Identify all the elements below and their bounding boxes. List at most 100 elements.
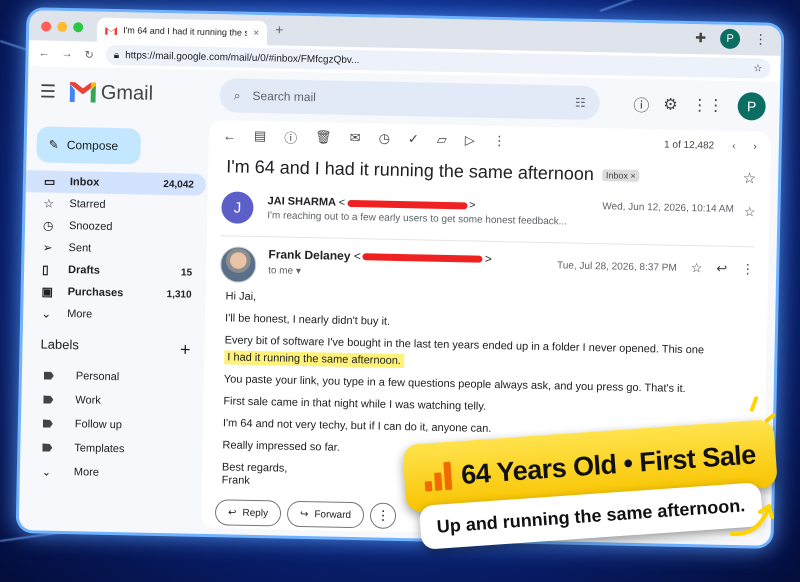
compose-button[interactable]: ✎ Compose: [36, 126, 142, 165]
main-menu-icon[interactable]: ☰: [40, 81, 70, 103]
chevron-down-icon: ⌄: [41, 306, 52, 321]
sidebar-item-label: Drafts: [67, 264, 101, 277]
sidebar-item-label: Starred: [69, 198, 106, 211]
send-icon: ➢: [42, 240, 53, 255]
extensions-icon[interactable]: ✚: [695, 30, 706, 46]
browser-menu-icon[interactable]: ⋮: [754, 31, 767, 47]
apps-grid-icon[interactable]: ⋮⋮: [691, 95, 723, 116]
back-arrow-icon[interactable]: ←: [223, 128, 236, 143]
snooze-icon[interactable]: ◷: [378, 131, 391, 147]
sender-line: Frank Delaney < >: [268, 247, 492, 266]
archive-icon[interactable]: ▤: [254, 128, 267, 144]
caret-down-icon: ▾: [295, 265, 302, 277]
maximize-window-button[interactable]: [73, 22, 84, 33]
sidebar-item-count: 15: [180, 266, 193, 279]
bracket: >: [468, 199, 476, 212]
body-paragraph: You paste your link, you type in a few q…: [223, 373, 686, 396]
browser-tab[interactable]: I'm 64 and I had it running the s ×: [96, 17, 268, 46]
labels-more[interactable]: ⌄ More: [20, 459, 200, 487]
minimize-window-button[interactable]: [57, 21, 68, 32]
pager-text: 1 of 12,482: [664, 139, 715, 152]
bar-chart-icon: [423, 461, 453, 492]
forward-icon[interactable]: →: [61, 48, 72, 60]
banner-headline: 64 Years Old • First Sale: [460, 438, 757, 490]
sender-name: Frank Delaney: [268, 247, 351, 263]
sidebar-item-count: 24,042: [163, 178, 195, 191]
compose-label: Compose: [66, 137, 119, 154]
delete-icon[interactable]: 🗑︎: [315, 129, 332, 145]
more-options-icon[interactable]: ⋮: [741, 261, 754, 277]
message-date: Tue, Jul 28, 2026, 8:37 PM: [556, 259, 677, 274]
inbox-icon: ▭: [43, 174, 56, 189]
label-tag-icon: [43, 396, 53, 404]
sidebar: ✎ Compose ▭ Inbox 24,042 ☆ Starred ◷ Sno…: [19, 116, 208, 534]
star-thread-icon[interactable]: ☆: [743, 169, 757, 187]
body-paragraph: First sale came in that night while I wa…: [223, 395, 487, 413]
gmail-logo[interactable]: Gmail: [69, 81, 220, 107]
curved-arrow-icon: [730, 504, 774, 537]
newer-chevron-icon[interactable]: ‹: [732, 140, 736, 151]
sidebar-item-count: 1,310: [166, 288, 192, 301]
pencil-icon: ✎: [48, 137, 59, 152]
more-actions-button[interactable]: ⋮: [369, 502, 397, 529]
browser-profile-avatar[interactable]: P: [719, 28, 741, 50]
search-options-icon[interactable]: ☷: [575, 96, 586, 110]
label-name: Personal: [75, 370, 120, 384]
redacted-email: [362, 253, 483, 264]
forward-label: Forward: [314, 508, 352, 521]
add-label-icon[interactable]: +: [180, 339, 191, 360]
clock-icon: ◷: [42, 218, 54, 233]
mark-unread-icon[interactable]: ✉: [350, 130, 361, 146]
new-tab-button[interactable]: +: [275, 21, 284, 37]
close-window-button[interactable]: [41, 21, 52, 32]
settings-gear-icon[interactable]: ⚙: [663, 94, 678, 114]
sidebar-item-label: Inbox: [69, 176, 100, 189]
message-meta: Tue, Jul 28, 2026, 8:37 PM ☆ ↩ ⋮: [557, 257, 755, 277]
label-name: More: [73, 466, 100, 479]
add-task-icon[interactable]: ✓: [408, 131, 419, 147]
search-bar[interactable]: ⌕ Search mail ☷: [219, 78, 601, 121]
email-subject: I'm 64 and I had it running the same aft…: [226, 156, 595, 185]
move-to-icon[interactable]: ▱: [437, 132, 447, 148]
window-controls: [41, 21, 84, 33]
reply-icon[interactable]: ↩: [716, 261, 727, 277]
label-name: Templates: [74, 442, 125, 456]
redacted-email: [347, 199, 468, 209]
reply-button[interactable]: ↩ Reply: [214, 499, 282, 527]
report-spam-icon[interactable]: ⓘ: [284, 127, 297, 146]
recipient-line[interactable]: to me ▾: [268, 265, 492, 281]
body-paragraph: I'll be honest, I nearly didn't buy it.: [224, 312, 391, 328]
gmail-logo-icon: [69, 82, 97, 103]
search-input[interactable]: Search mail: [252, 89, 563, 109]
url-text: https://mail.google.com/mail/u/0/#inbox/…: [125, 49, 360, 66]
star-icon[interactable]: ☆: [744, 204, 756, 220]
star-icon[interactable]: ☆: [691, 260, 703, 276]
reload-icon[interactable]: ↻: [84, 48, 93, 61]
label-tag-icon: [43, 420, 53, 428]
back-icon[interactable]: ←: [38, 47, 49, 59]
older-chevron-icon[interactable]: ›: [753, 141, 757, 152]
close-tab-icon[interactable]: ×: [253, 27, 259, 38]
browser-actions: ✚ P ⋮: [695, 28, 767, 50]
gmail-favicon-icon: [105, 26, 118, 35]
account-avatar[interactable]: P: [737, 92, 766, 121]
chevron-down-icon: ⌄: [41, 466, 52, 479]
label-name: Follow up: [74, 418, 123, 432]
bag-icon: ▣: [41, 284, 54, 299]
label-icon[interactable]: ▷: [465, 132, 475, 148]
forward-button[interactable]: ↪ Forward: [286, 500, 365, 529]
search-icon[interactable]: ⌕: [234, 88, 241, 103]
bracket: >: [484, 251, 492, 266]
lock-icon: 🔒︎: [113, 49, 120, 61]
bookmark-star-icon[interactable]: ☆: [753, 63, 762, 74]
star-icon: ☆: [43, 196, 55, 211]
help-icon[interactable]: ⓘ: [633, 92, 650, 116]
label-tag-icon: [44, 372, 54, 380]
draft-icon: ▯: [41, 262, 49, 277]
sidebar-item-label: Sent: [68, 242, 92, 255]
message-date: Wed, Jun 12, 2026, 10:14 AM: [602, 201, 734, 215]
avatar: J: [221, 191, 254, 224]
labels-heading: Labels: [40, 336, 80, 353]
more-options-icon[interactable]: ⋮: [493, 133, 506, 149]
inbox-label-chip[interactable]: Inbox ×: [601, 168, 640, 182]
